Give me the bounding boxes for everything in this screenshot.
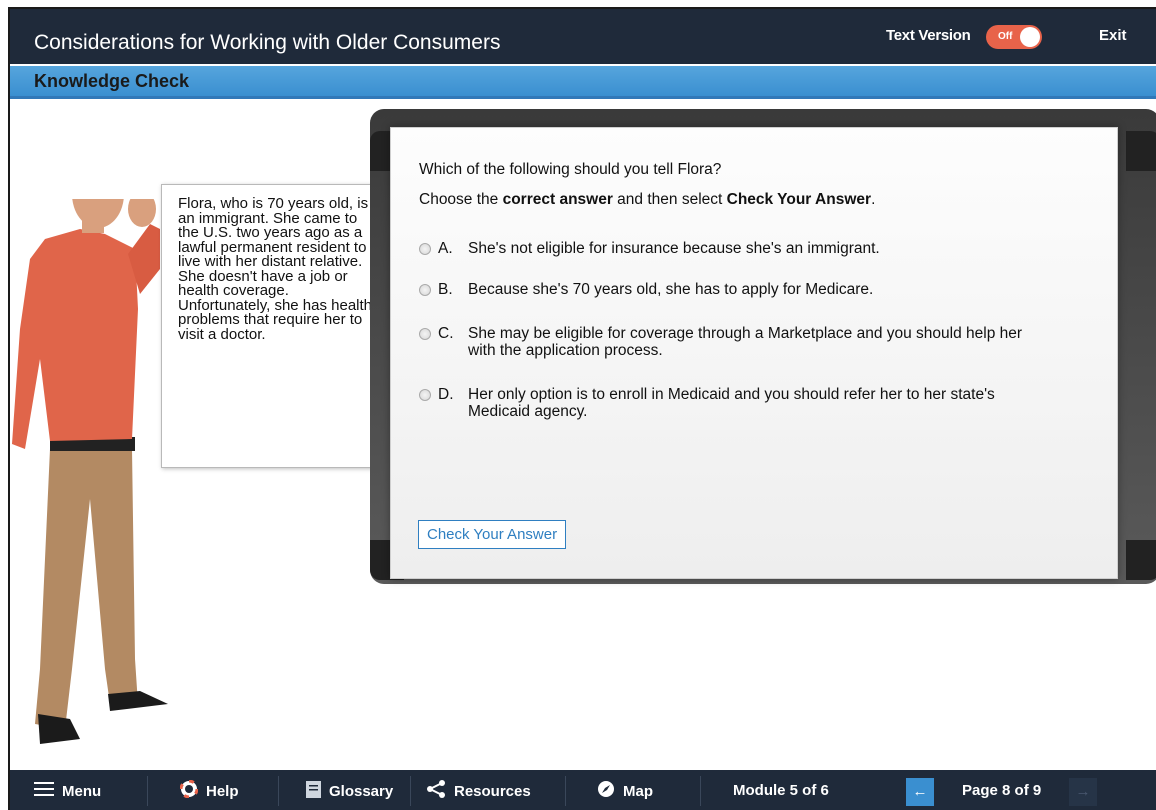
menu-label: Menu <box>62 782 102 800</box>
arrow-left-icon: ← <box>912 783 928 800</box>
answer-option-b[interactable]: B. Because she's 70 years old, she has t… <box>419 281 1048 299</box>
glossary-label: Glossary <box>329 782 394 800</box>
course-title: Considerations for Working with Older Co… <box>34 31 501 54</box>
nav-divider <box>147 776 148 806</box>
instruction-emphasis: Check Your Answer <box>726 191 872 208</box>
option-letter: B. <box>438 281 453 298</box>
answer-option-c[interactable]: C. She may be eligible for coverage thro… <box>419 325 1048 359</box>
character-illustration <box>12 199 168 744</box>
text-version-toggle[interactable]: Off <box>986 25 1042 49</box>
nav-divider <box>278 776 279 806</box>
help-label: Help <box>206 782 239 800</box>
instruction-emphasis: correct answer <box>502 191 613 208</box>
menu-button[interactable]: Menu <box>34 770 101 810</box>
next-page-button[interactable]: → <box>1069 778 1097 806</box>
question-text: Which of the following should you tell F… <box>419 161 722 178</box>
map-button[interactable]: Map <box>597 770 653 810</box>
instruction-part: and then select <box>612 191 727 208</box>
help-button[interactable]: Help <box>179 770 239 810</box>
nav-divider <box>700 776 701 806</box>
option-text: She's not eligible for insurance because… <box>468 240 880 257</box>
exit-button[interactable]: Exit <box>1099 27 1127 44</box>
option-text: Because she's 70 years old, she has to a… <box>468 281 874 298</box>
resources-button[interactable]: Resources <box>426 770 531 810</box>
radio-button[interactable] <box>419 328 431 340</box>
previous-page-button[interactable]: ← <box>906 778 934 806</box>
option-letter: C. <box>438 325 454 342</box>
toggle-knob <box>1020 27 1040 47</box>
header-bar: Considerations for Working with Older Co… <box>10 9 1156 64</box>
nav-divider <box>410 776 411 806</box>
share-icon <box>426 780 446 802</box>
footer-nav: Menu Help Glossary Resources Map Module … <box>10 770 1156 810</box>
instruction-part: Choose the <box>419 191 503 208</box>
option-text: Her only option is to enroll in Medicaid… <box>468 386 995 420</box>
section-bar: Knowledge Check <box>10 66 1156 99</box>
question-panel: Which of the following should you tell F… <box>390 127 1118 579</box>
check-answer-button[interactable]: Check Your Answer <box>418 520 567 549</box>
hamburger-icon <box>34 782 54 800</box>
board-corner <box>1126 131 1156 171</box>
option-letter: D. <box>438 386 454 403</box>
arrow-right-icon: → <box>1075 783 1091 800</box>
section-title: Knowledge Check <box>34 71 190 91</box>
compass-icon <box>597 780 615 802</box>
glossary-button[interactable]: Glossary <box>306 770 393 810</box>
radio-button[interactable] <box>419 284 431 296</box>
option-letter: A. <box>438 240 453 257</box>
option-text: She may be eligible for coverage through… <box>468 325 1023 359</box>
book-icon <box>306 780 321 802</box>
scenario-callout: Flora, who is 70 years old, is an immigr… <box>161 184 385 468</box>
scenario-text: Flora, who is 70 years old, is an immigr… <box>178 195 373 343</box>
lifebuoy-icon <box>179 779 199 802</box>
answer-option-d[interactable]: D. Her only option is to enroll in Medic… <box>419 386 1048 420</box>
module-indicator: Module 5 of 6 <box>733 782 829 799</box>
map-label: Map <box>623 782 653 800</box>
resources-label: Resources <box>454 782 531 800</box>
board-corner <box>1126 540 1156 580</box>
instruction-part: . <box>871 191 876 208</box>
nav-divider <box>565 776 566 806</box>
toggle-state-label: Off <box>998 31 1013 42</box>
text-version-label: Text Version <box>886 27 971 44</box>
radio-button[interactable] <box>419 243 431 255</box>
instruction-text: Choose the correct answer and then selec… <box>419 191 875 209</box>
radio-button[interactable] <box>419 389 431 401</box>
course-window: Considerations for Working with Older Co… <box>8 7 1156 810</box>
page-indicator: Page 8 of 9 <box>962 782 1042 799</box>
answer-option-a[interactable]: A. She's not eligible for insurance beca… <box>419 240 1048 258</box>
